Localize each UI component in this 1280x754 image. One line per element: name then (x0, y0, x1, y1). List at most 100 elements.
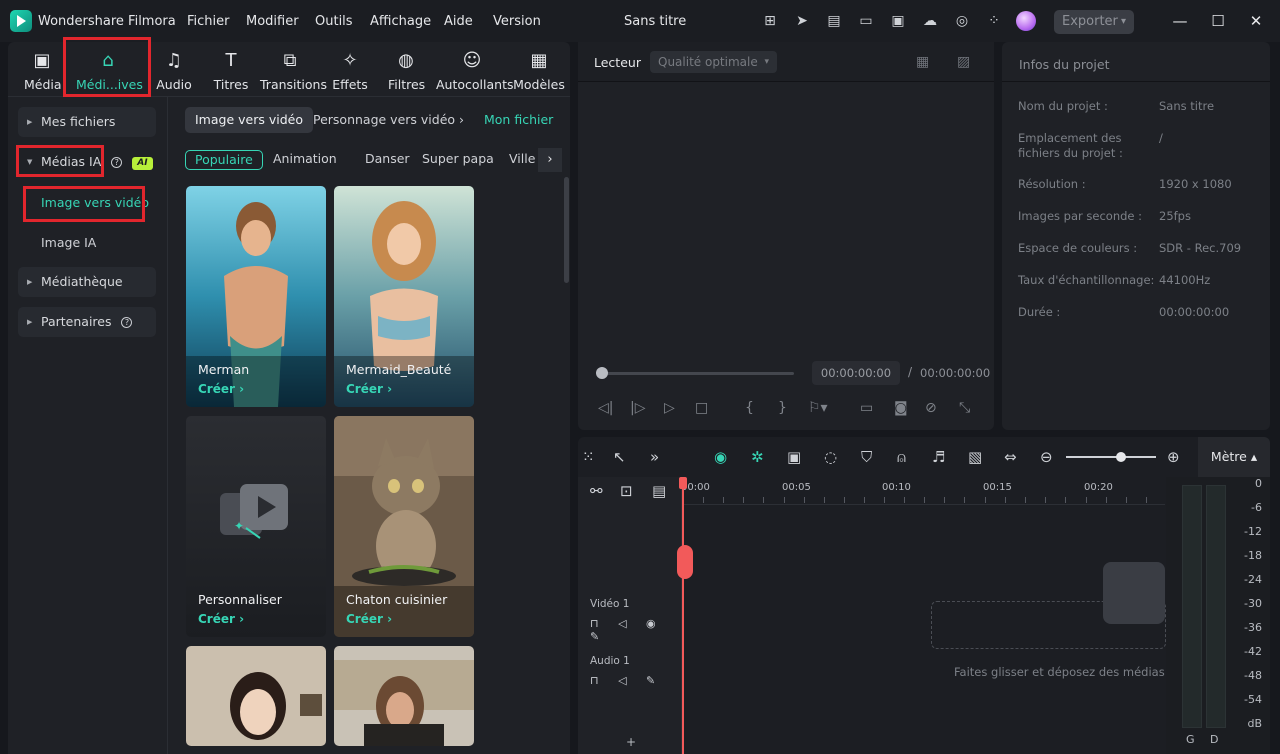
tab-image-vers-video[interactable]: Image vers vidéo (185, 107, 313, 133)
tool-effets[interactable]: ✧ Effets (332, 50, 368, 92)
audio-mute-icon[interactable]: ⊘ (925, 400, 937, 416)
display-icon[interactable]: ▭ (860, 400, 873, 416)
maximize-icon[interactable]: ☐ (1209, 12, 1227, 30)
select-tool-icon[interactable]: ↖ (613, 449, 626, 465)
current-time[interactable]: 00:00:00:00 (812, 361, 900, 385)
apps-grid-icon[interactable]: ⁘ (985, 13, 1003, 29)
info-label: Résolution : (1018, 177, 1086, 191)
headset-icon[interactable]: ◎ (953, 13, 971, 29)
tool-modeles[interactable]: ▦ Modèles (512, 50, 566, 92)
menu-outils[interactable]: Outils (315, 14, 353, 29)
fullscreen-icon[interactable]: ⤡ (959, 400, 970, 416)
close-icon[interactable]: ✕ (1247, 12, 1265, 30)
chip-danser[interactable]: Danser (365, 150, 410, 170)
menu-fichier[interactable]: Fichier (187, 14, 230, 29)
playhead-top[interactable] (679, 477, 687, 489)
timeline-ruler[interactable]: 00:00 00:05 00:10 00:15 00:20 (681, 477, 1165, 505)
chip-animation[interactable]: Animation (273, 150, 337, 170)
card-create-link[interactable]: Créer › (346, 612, 392, 626)
zoom-out-icon[interactable]: ⊖ (1040, 449, 1053, 465)
tool-media[interactable]: ▣ Média (24, 50, 62, 92)
play-icon[interactable]: ▷ (664, 400, 675, 416)
sidebar-label: Médiathèque (41, 274, 123, 289)
marker-icon[interactable]: ⚐▾ (808, 400, 828, 416)
chip-super-papa[interactable]: Super papa (422, 150, 494, 170)
shield-icon[interactable]: ⛉ (861, 449, 872, 465)
camera-record-icon[interactable]: ▣ (787, 449, 801, 465)
expand-more-icon[interactable]: » (650, 449, 659, 465)
chip-ville[interactable]: Ville (509, 150, 535, 170)
template-card-chaton-cuisinier[interactable]: Chaton cuisinier Créer › (334, 416, 474, 637)
content-scrollbar[interactable] (564, 177, 569, 283)
stop-icon[interactable]: □ (695, 400, 708, 416)
export-button[interactable]: Exporter ▾ (1054, 10, 1134, 34)
save-icon[interactable]: ▣ (889, 13, 907, 29)
track-layout-icon[interactable]: ▤ (652, 483, 666, 499)
template-card-personnaliser[interactable]: ✦ Personnaliser Créer › (186, 416, 326, 637)
sidebar-item-partenaires[interactable]: ▶ Partenaires ? (18, 307, 156, 337)
template-card-portrait-woman[interactable] (186, 646, 326, 746)
menu-aide[interactable]: Aide (444, 14, 473, 29)
layout-icon[interactable]: ▭ (857, 13, 875, 29)
screen-record-icon[interactable]: ▧ (968, 449, 982, 465)
meter-toggle[interactable]: Mètre ▴ (1198, 437, 1270, 477)
card-create-link[interactable]: Créer › (346, 382, 392, 396)
chips-next-icon[interactable]: › (538, 148, 562, 172)
unlink-icon[interactable]: ⚯ (590, 483, 603, 499)
menu-affichage[interactable]: Affichage (370, 14, 431, 29)
sidebar-item-mes-fichiers[interactable]: ▶ Mes fichiers (18, 107, 156, 137)
minimize-icon[interactable]: — (1171, 12, 1189, 30)
add-track-button[interactable]: + (626, 735, 636, 749)
ai-mascot-icon[interactable]: ◉ (714, 449, 727, 465)
gift-icon[interactable]: ⊞ (761, 13, 779, 29)
card-create-link[interactable]: Créer › (198, 612, 244, 626)
cloud-upload-icon[interactable]: ☁ (921, 13, 939, 29)
sidebar-item-image-ia[interactable]: Image IA (41, 235, 96, 250)
help-icon[interactable]: ? (111, 157, 123, 168)
mark-out-icon[interactable]: } (778, 400, 787, 416)
prev-frame-icon[interactable]: ◁| (598, 400, 613, 416)
tool-audio[interactable]: ♫ Audio (156, 50, 192, 92)
layout-grid-icon[interactable]: ⁙ (582, 449, 595, 465)
ai-cut-icon[interactable]: ✲ (751, 449, 764, 465)
zoom-slider-knob[interactable] (1116, 452, 1126, 462)
snapshot-image-icon[interactable]: ▨ (957, 54, 970, 70)
quality-select[interactable]: Qualité optimale ▾ (650, 51, 777, 73)
template-card-mermaid-beaute[interactable]: Mermaid_Beauté Créer › (334, 186, 474, 407)
video-track-controls[interactable]: ⊓ ◁ ◉ ✎ (590, 617, 681, 643)
playhead-handle[interactable] (677, 545, 693, 579)
template-card-city-portrait[interactable] (334, 646, 474, 746)
sidebar-item-mediatheque[interactable]: ▶ Médiathèque (18, 267, 156, 297)
tab-mon-fichier[interactable]: Mon fichier (484, 107, 553, 133)
progress-track[interactable] (596, 372, 794, 375)
audio-track-controls[interactable]: ⊓ ◁ ✎ (590, 674, 663, 687)
play-circle-icon[interactable]: ◌ (824, 449, 837, 465)
zoom-in-icon[interactable]: ⊕ (1167, 449, 1180, 465)
microphone-icon[interactable]: ⍝ (897, 449, 906, 465)
card-create-link[interactable]: Créer › (198, 382, 244, 396)
link-icon[interactable]: ⊡ (620, 483, 633, 499)
tool-autocollants[interactable]: ☺ Autocollants (436, 50, 513, 92)
send-icon[interactable]: ➤ (793, 13, 811, 29)
chip-populaire[interactable]: Populaire (185, 150, 263, 170)
playhead[interactable] (682, 477, 684, 754)
next-frame-icon[interactable]: |▷ (630, 400, 645, 416)
tool-filtres[interactable]: ◍ Filtres (388, 50, 425, 92)
template-card-merman[interactable]: Merman Créer › (186, 186, 326, 407)
menu-modifier[interactable]: Modifier (246, 14, 299, 29)
grid-view-icon[interactable]: ▦ (916, 54, 929, 70)
mark-in-icon[interactable]: { (745, 400, 754, 416)
menu-version[interactable]: Version (493, 14, 541, 29)
progress-knob[interactable] (596, 367, 608, 379)
camera-icon[interactable]: ◙ (894, 400, 908, 416)
tool-titres[interactable]: T Titres (213, 50, 249, 92)
user-avatar[interactable] (1016, 11, 1036, 31)
music-list-icon[interactable]: ♬ (932, 449, 945, 465)
help-icon[interactable]: ? (121, 317, 133, 328)
fit-width-icon[interactable]: ⇔ (1004, 449, 1017, 465)
document-icon[interactable]: ▤ (825, 13, 843, 29)
tool-transitions[interactable]: ⧉ Transitions (260, 50, 327, 92)
zoom-slider[interactable] (1066, 456, 1156, 458)
chevron-right-icon[interactable]: › (459, 107, 464, 133)
tab-personnage-vers-video[interactable]: Personnage vers vidéo (313, 107, 455, 133)
